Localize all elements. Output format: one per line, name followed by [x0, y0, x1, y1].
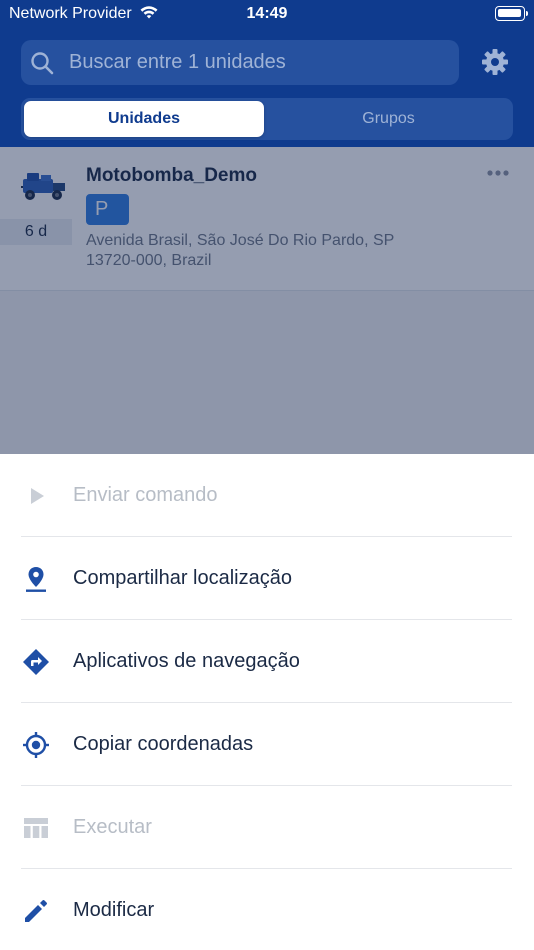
action-label: Executar	[73, 816, 152, 838]
directions-icon	[23, 649, 49, 675]
search-bar[interactable]	[21, 40, 459, 85]
pencil-icon	[25, 900, 47, 922]
location-pin-icon	[26, 567, 46, 592]
table-icon	[24, 818, 48, 838]
action-modify[interactable]: Modificar	[0, 869, 534, 950]
action-share-location[interactable]: Compartilhar localização	[0, 537, 534, 619]
play-icon	[31, 488, 44, 504]
action-label: Aplicativos de navegação	[73, 650, 300, 672]
search-icon	[31, 52, 54, 75]
modal-backdrop[interactable]	[0, 147, 534, 454]
action-label: Modificar	[73, 899, 155, 921]
action-send-command[interactable]: Enviar comando	[0, 454, 534, 536]
action-label: Enviar comando	[73, 484, 218, 506]
action-label: Compartilhar localização	[73, 567, 292, 589]
gear-icon[interactable]	[481, 48, 509, 76]
app-header: Network Provider 14:49 Unida	[0, 0, 534, 147]
action-sheet: Enviar comando Compartilhar localização …	[0, 454, 534, 950]
clock: 14:49	[246, 5, 288, 22]
action-label: Copiar coordenadas	[73, 733, 254, 755]
tab-grupos[interactable]: Grupos	[267, 101, 510, 137]
battery-icon	[495, 6, 528, 21]
tab-unidades[interactable]: Unidades	[24, 101, 264, 137]
status-bar: Network Provider 14:49	[0, 0, 534, 30]
search-input[interactable]	[69, 40, 449, 85]
action-execute[interactable]: Executar	[0, 786, 534, 868]
crosshair-icon	[23, 732, 49, 758]
action-copy-coordinates[interactable]: Copiar coordenadas	[0, 703, 534, 785]
action-navigation-apps[interactable]: Aplicativos de navegação	[0, 620, 534, 702]
segmented-control: Unidades Grupos	[21, 98, 513, 140]
